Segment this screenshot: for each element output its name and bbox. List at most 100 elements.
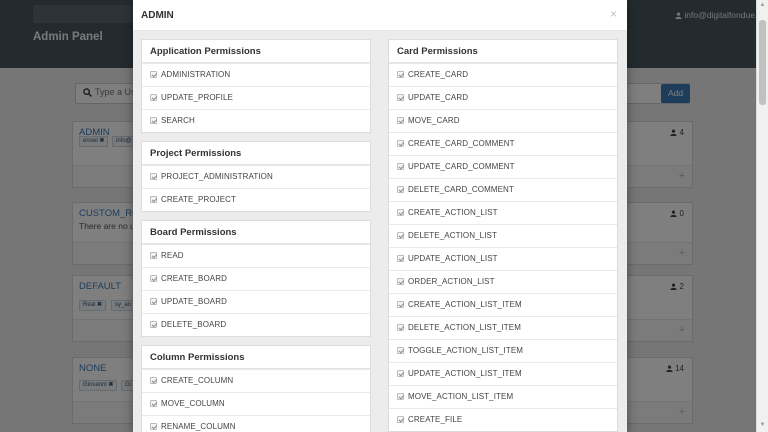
permission-panel-card-permissions: Card Permissions CREATE_CARD UPDATE_CARD MO… xyxy=(388,39,618,432)
permission-checkbox[interactable] xyxy=(150,377,157,384)
permission-item-create-card: CREATE_CARD xyxy=(389,63,617,86)
permission-label: MOVE_ACTION_LIST_ITEM xyxy=(408,392,514,401)
permission-checkbox[interactable] xyxy=(397,347,404,354)
permission-panel-title: Application Permissions xyxy=(142,40,370,63)
permission-item-move-card: MOVE_CARD xyxy=(389,109,617,132)
permission-item-create-board: CREATE_BOARD xyxy=(142,267,370,290)
permission-panel-title: Column Permissions xyxy=(142,346,370,369)
role-permissions-modal: ADMIN × Application Permissions ADMINISTR… xyxy=(133,0,627,432)
permission-checkbox[interactable] xyxy=(397,416,404,423)
permission-label: CREATE_ACTION_LIST xyxy=(408,208,498,217)
permission-panel-board-permissions: Board Permissions READ CREATE_BOARD UPDATE_… xyxy=(141,220,371,337)
permission-label: UPDATE_PROFILE xyxy=(161,93,233,102)
permission-item-update-action-list: UPDATE_ACTION_LIST xyxy=(389,247,617,270)
permission-label: DELETE_ACTION_LIST_ITEM xyxy=(408,323,521,332)
permission-panel-title: Board Permissions xyxy=(142,221,370,244)
permission-item-read: READ xyxy=(142,244,370,267)
scroll-down-icon[interactable]: ▼ xyxy=(757,422,768,428)
permission-checkbox[interactable] xyxy=(150,117,157,124)
permission-checkbox[interactable] xyxy=(150,321,157,328)
right-permission-column: Card Permissions CREATE_CARD UPDATE_CARD MO… xyxy=(388,39,618,432)
permission-label: UPDATE_BOARD xyxy=(161,297,227,306)
permission-item-update-card: UPDATE_CARD xyxy=(389,86,617,109)
permission-checkbox[interactable] xyxy=(397,324,404,331)
permission-label: CREATE_CARD_COMMENT xyxy=(408,139,515,148)
permission-item-move-action-list-item: MOVE_ACTION_LIST_ITEM xyxy=(389,385,617,408)
permission-item-create-action-list: CREATE_ACTION_LIST xyxy=(389,201,617,224)
page-scrollbar[interactable]: ▲ ▼ xyxy=(756,0,768,432)
permission-panel-project-permissions: Project Permissions PROJECT_ADMINISTRATIO… xyxy=(141,141,371,212)
permission-panel-title: Card Permissions xyxy=(389,40,617,63)
permission-label: DELETE_ACTION_LIST xyxy=(408,231,497,240)
permission-item-toggle-action-list-item: TOGGLE_ACTION_LIST_ITEM xyxy=(389,339,617,362)
permission-checkbox[interactable] xyxy=(397,117,404,124)
permission-label: UPDATE_CARD xyxy=(408,93,469,102)
permission-checkbox[interactable] xyxy=(150,173,157,180)
permission-checkbox[interactable] xyxy=(150,400,157,407)
permission-checkbox[interactable] xyxy=(150,196,157,203)
permission-label: ORDER_ACTION_LIST xyxy=(408,277,495,286)
permission-panel-application-permissions: Application Permissions ADMINISTRATION UPD… xyxy=(141,39,371,133)
permission-item-create-project: CREATE_PROJECT xyxy=(142,188,370,211)
permission-checkbox[interactable] xyxy=(397,163,404,170)
permission-checkbox[interactable] xyxy=(397,393,404,400)
permission-item-update-action-list-item: UPDATE_ACTION_LIST_ITEM xyxy=(389,362,617,385)
permission-label: MOVE_CARD xyxy=(408,116,460,125)
permission-checkbox[interactable] xyxy=(397,301,404,308)
permission-checkbox[interactable] xyxy=(150,252,157,259)
permission-item-rename-column: RENAME_COLUMN xyxy=(142,415,370,432)
permission-item-create-file: CREATE_FILE xyxy=(389,408,617,431)
permission-checkbox[interactable] xyxy=(397,232,404,239)
permission-checkbox[interactable] xyxy=(397,255,404,262)
permission-label: UPDATE_CARD_COMMENT xyxy=(408,162,515,171)
permission-label: DELETE_CARD_COMMENT xyxy=(408,185,514,194)
permission-label: READ xyxy=(161,251,184,260)
permission-item-create-column: CREATE_COLUMN xyxy=(142,369,370,392)
permission-item-update-board: UPDATE_BOARD xyxy=(142,290,370,313)
permission-label: TOGGLE_ACTION_LIST_ITEM xyxy=(408,346,524,355)
permission-checkbox[interactable] xyxy=(397,140,404,147)
permission-item-delete-action-list: DELETE_ACTION_LIST xyxy=(389,224,617,247)
permission-checkbox[interactable] xyxy=(397,278,404,285)
scroll-up-icon[interactable]: ▲ xyxy=(757,2,768,8)
permission-item-search: SEARCH xyxy=(142,109,370,132)
permission-label: CREATE_PROJECT xyxy=(161,195,237,204)
permission-item-delete-card-comment: DELETE_CARD_COMMENT xyxy=(389,178,617,201)
close-icon[interactable]: × xyxy=(610,7,617,21)
permission-checkbox[interactable] xyxy=(397,370,404,377)
permission-label: RENAME_COLUMN xyxy=(161,422,236,431)
permission-label: PROJECT_ADMINISTRATION xyxy=(161,172,273,181)
permission-item-create-card-comment: CREATE_CARD_COMMENT xyxy=(389,132,617,155)
scroll-thumb[interactable] xyxy=(759,20,766,105)
permission-item-order-action-list: ORDER_ACTION_LIST xyxy=(389,270,617,293)
permission-checkbox[interactable] xyxy=(397,71,404,78)
left-permission-column: Application Permissions ADMINISTRATION UPD… xyxy=(141,39,371,432)
permission-item-delete-action-list-item: DELETE_ACTION_LIST_ITEM xyxy=(389,316,617,339)
permission-checkbox[interactable] xyxy=(397,94,404,101)
permission-checkbox[interactable] xyxy=(150,94,157,101)
permission-item-update-card-comment: UPDATE_CARD_COMMENT xyxy=(389,155,617,178)
permission-label: SEARCH xyxy=(161,116,195,125)
permission-item-delete-board: DELETE_BOARD xyxy=(142,313,370,336)
permission-checkbox[interactable] xyxy=(150,71,157,78)
permission-checkbox[interactable] xyxy=(150,275,157,282)
permission-label: DELETE_BOARD xyxy=(161,320,227,329)
permission-checkbox[interactable] xyxy=(150,298,157,305)
permission-panel-title: Project Permissions xyxy=(142,142,370,165)
permission-checkbox[interactable] xyxy=(397,186,404,193)
permission-label: ADMINISTRATION xyxy=(161,70,231,79)
permission-label: CREATE_FILE xyxy=(408,415,463,424)
permission-checkbox[interactable] xyxy=(150,423,157,430)
modal-title: ADMIN xyxy=(141,10,174,21)
permission-label: CREATE_ACTION_LIST_ITEM xyxy=(408,300,522,309)
permission-checkbox[interactable] xyxy=(397,209,404,216)
permission-label: CREATE_BOARD xyxy=(161,274,227,283)
permission-item-move-column: MOVE_COLUMN xyxy=(142,392,370,415)
modal-body: Application Permissions ADMINISTRATION UPD… xyxy=(133,31,627,432)
permission-label: CREATE_CARD xyxy=(408,70,469,79)
permission-label: MOVE_COLUMN xyxy=(161,399,225,408)
permission-item-project-administration: PROJECT_ADMINISTRATION xyxy=(142,165,370,188)
permission-panel-column-permissions: Column Permissions CREATE_COLUMN MOVE_COLU… xyxy=(141,345,371,432)
permission-item-administration: ADMINISTRATION xyxy=(142,63,370,86)
modal-header: ADMIN × xyxy=(133,0,627,31)
